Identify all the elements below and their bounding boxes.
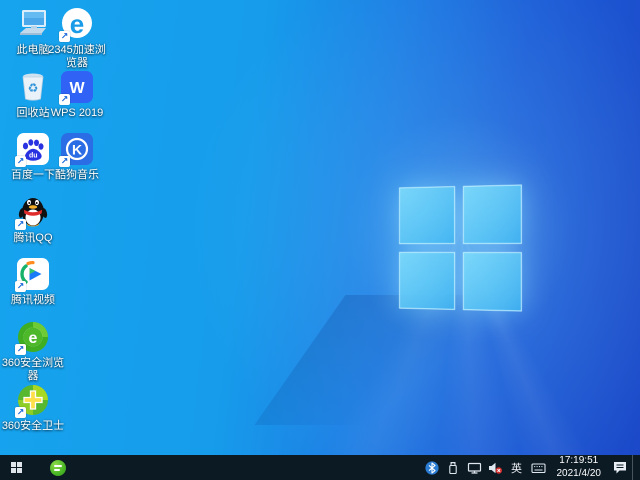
taskbar-pinned-360-browser[interactable] — [42, 455, 74, 480]
windows-logo-pane — [462, 252, 522, 312]
display-network-icon — [467, 462, 481, 474]
svg-text:♻: ♻ — [28, 81, 39, 95]
windows-logo-wallpaper — [399, 184, 522, 312]
desktop-icon-tencent-video[interactable]: ↗ 腾讯视频 — [0, 257, 66, 307]
usb-device-icon — [449, 461, 457, 474]
svg-text:W: W — [69, 80, 85, 97]
svg-text:du: du — [29, 153, 38, 160]
desktop-icon-kugou-music[interactable]: K ↗ 酷狗音乐 — [44, 132, 110, 182]
desktop-icon-tencent-qq[interactable]: ↗ 腾讯QQ — [0, 195, 66, 245]
desktop-icon-2345-browser[interactable]: e ↗ 2345加速浏览器 — [44, 7, 110, 70]
shortcut-arrow-icon: ↗ — [15, 156, 26, 167]
windows-logo-pane — [399, 251, 456, 310]
volume-muted-icon — [488, 462, 502, 474]
bluetooth-icon — [425, 460, 439, 475]
volume-muted-tray-button[interactable] — [487, 455, 504, 480]
wallpaper-logo-shadow — [254, 295, 576, 425]
desktop-icon-wps-2019[interactable]: W ↗ WPS 2019 — [44, 70, 110, 120]
shortcut-arrow-icon: ↗ — [59, 31, 70, 42]
shortcut-arrow-icon: ↗ — [15, 219, 26, 230]
shortcut-arrow-icon: ↗ — [15, 407, 26, 418]
taskbar-clock[interactable]: 17:19:51 2021/4/20 — [551, 455, 608, 479]
desktop-icon-label: WPS 2019 — [50, 107, 104, 119]
2345-browser-icon: e ↗ — [59, 7, 94, 42]
shortcut-arrow-icon: ↗ — [15, 281, 26, 292]
bluetooth-tray-button[interactable] — [424, 455, 441, 480]
action-center-icon — [613, 462, 626, 474]
desktop-icon-label: 2345加速浏览器 — [48, 44, 106, 69]
show-desktop-button[interactable] — [632, 455, 636, 480]
ime-language-indicator[interactable]: 英 — [508, 460, 526, 476]
shortcut-arrow-icon: ↗ — [59, 156, 70, 167]
taskbar: 英 17:19:51 2021/4/20 — [0, 455, 640, 480]
touch-keyboard-icon — [530, 462, 546, 473]
kugou-music-icon: K ↗ — [59, 132, 94, 167]
desktop-icon-360-safe-browser[interactable]: e ↗ 360安全浏览器 — [0, 320, 66, 383]
clock-time: 17:19:51 — [559, 455, 599, 467]
svg-text:e: e — [70, 9, 84, 39]
system-tray: 英 17:19:51 2021/4/20 — [424, 455, 640, 480]
action-center-button[interactable] — [611, 455, 628, 480]
360-browser-icon: e ↗ — [15, 320, 50, 355]
wps-icon: W ↗ — [59, 70, 94, 105]
desktop-icon-label: 腾讯视频 — [11, 294, 55, 306]
desktop-icon-label: 酷狗音乐 — [55, 169, 99, 181]
shortcut-arrow-icon: ↗ — [15, 344, 26, 355]
desktop-icon-360-safe-guard[interactable]: ↗ 360安全卫士 — [0, 383, 66, 433]
windows-logo-pane — [399, 186, 456, 245]
shortcut-arrow-icon: ↗ — [59, 94, 70, 105]
clock-date: 2021/4/20 — [556, 467, 602, 479]
desktop-icon-label: 腾讯QQ — [13, 232, 53, 244]
desktop-icon-label: 360安全浏览器 — [1, 357, 65, 382]
usb-device-tray-button[interactable] — [445, 455, 462, 480]
windows-logo-pane — [462, 184, 522, 244]
svg-text:K: K — [72, 142, 82, 158]
360-safe-guard-icon: ↗ — [15, 383, 50, 418]
tencent-video-icon: ↗ — [15, 257, 50, 292]
windows-start-icon — [10, 462, 22, 473]
desktop-icon-label: 360安全卫士 — [1, 420, 65, 432]
desktop[interactable]: 此电脑 ♻ 回收站 du ↗ 百度一下 ↗ 腾讯QQ ↗ 腾讯视频 e ↗ 36… — [0, 0, 640, 480]
svg-text:e: e — [29, 330, 38, 347]
start-button[interactable] — [0, 455, 32, 480]
touch-keyboard-tray-button[interactable] — [530, 455, 547, 480]
360-browser-taskbar-icon — [50, 459, 66, 476]
qq-penguin-icon: ↗ — [15, 195, 50, 230]
display-network-tray-button[interactable] — [466, 455, 483, 480]
